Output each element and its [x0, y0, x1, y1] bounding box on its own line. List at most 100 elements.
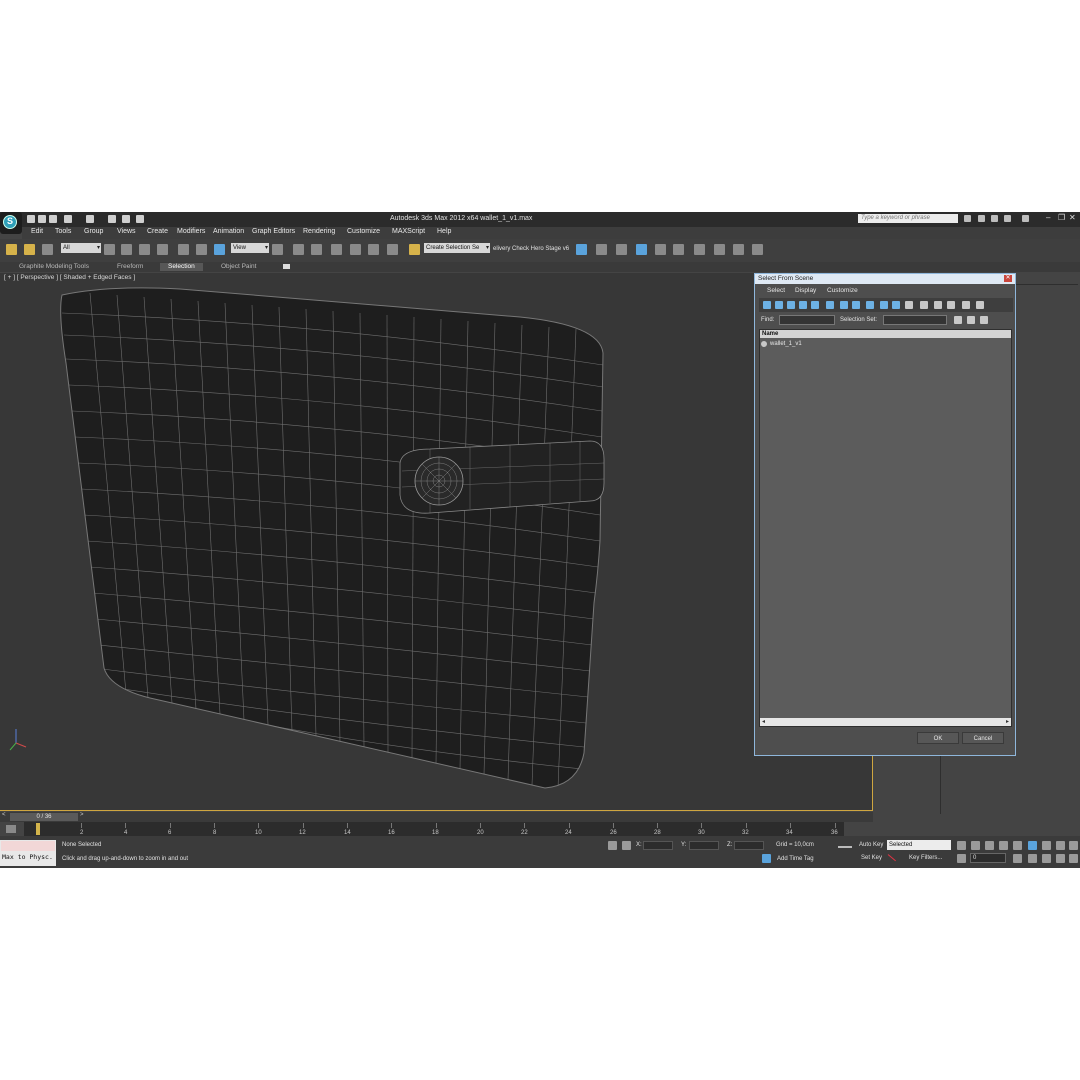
display-cameras-icon[interactable]	[799, 301, 807, 309]
search-input[interactable]: Type a keyword or phrase	[858, 214, 958, 223]
dialog-menu-display[interactable]: Display	[795, 287, 816, 294]
display-containers-icon[interactable]	[880, 301, 888, 309]
render-production-icon[interactable]	[752, 244, 763, 255]
mirror-icon[interactable]	[576, 244, 587, 255]
play-icon[interactable]	[985, 841, 994, 850]
dialog-menu-customize[interactable]: Customize	[827, 287, 858, 294]
layer-manager-icon[interactable]	[616, 244, 627, 255]
save-file-icon[interactable]	[49, 215, 57, 223]
display-groups-icon[interactable]	[840, 301, 848, 309]
time-slider[interactable]	[0, 812, 873, 822]
zoom-all-icon[interactable]	[1056, 841, 1065, 850]
selection-set-icon-1[interactable]	[954, 316, 962, 324]
percent-snap-icon[interactable]	[368, 244, 379, 255]
tab-freeform[interactable]: Freeform	[117, 263, 143, 271]
keyboard-shortcut-icon[interactable]	[311, 244, 322, 255]
scroll-left-icon[interactable]: ◂	[762, 718, 765, 726]
app-menu-button[interactable]: S	[0, 212, 22, 234]
project-folder-icon[interactable]	[108, 215, 116, 223]
name-column-header[interactable]: Name	[760, 330, 1011, 338]
display-none-icon[interactable]	[934, 301, 942, 309]
go-to-start-icon[interactable]	[957, 841, 966, 850]
spinner-snap-icon[interactable]	[387, 244, 398, 255]
y-coordinate-field[interactable]	[689, 841, 719, 850]
window-crossing-icon[interactable]	[157, 244, 168, 255]
rectangular-selection-icon[interactable]	[139, 244, 150, 255]
angle-snap-icon[interactable]	[350, 244, 361, 255]
current-frame-marker[interactable]	[36, 823, 40, 835]
snaps-toggle-icon[interactable]	[331, 244, 342, 255]
menu-group[interactable]: Group	[84, 228, 103, 235]
display-invert-icon[interactable]	[947, 301, 955, 309]
absolute-mode-icon[interactable]	[622, 841, 631, 850]
display-geometry-icon[interactable]	[763, 301, 771, 309]
viewport-label[interactable]: [ + ] [ Perspective ] [ Shaded + Edged F…	[4, 274, 135, 281]
menu-create[interactable]: Create	[147, 228, 168, 235]
display-shapes-icon[interactable]	[775, 301, 783, 309]
selection-lock-icon[interactable]	[608, 841, 617, 850]
reference-coordinate-dropdown[interactable]: View	[231, 243, 269, 253]
select-by-name-icon[interactable]	[121, 244, 132, 255]
maximize-viewport-icon[interactable]	[122, 215, 130, 223]
zoom-extents-icon[interactable]	[1069, 841, 1078, 850]
cancel-button[interactable]: Cancel	[962, 732, 1004, 744]
menu-customize[interactable]: Customize	[347, 228, 380, 235]
perspective-viewport[interactable]	[0, 273, 873, 811]
add-time-tag[interactable]: Add Time Tag	[777, 856, 814, 862]
minimize-icon[interactable]: –	[1046, 213, 1050, 222]
undo-icon[interactable]	[64, 215, 72, 223]
set-key-mode-icon[interactable]	[838, 846, 852, 854]
menu-help[interactable]: Help	[437, 228, 451, 235]
select-and-scale-icon[interactable]	[214, 244, 225, 255]
open-file-icon[interactable]	[38, 215, 46, 223]
sync-selection-icon[interactable]	[976, 301, 984, 309]
list-item[interactable]: wallet_1_v1	[770, 341, 802, 347]
previous-frame-icon[interactable]	[971, 841, 980, 850]
field-of-view-icon[interactable]	[1028, 854, 1037, 863]
select-and-link-icon[interactable]	[6, 244, 17, 255]
add-time-tag-icon[interactable]	[762, 854, 771, 863]
time-next-icon[interactable]: >	[80, 812, 84, 818]
select-and-move-icon[interactable]	[178, 244, 189, 255]
align-icon[interactable]	[596, 244, 607, 255]
find-input[interactable]	[779, 315, 835, 325]
time-configuration-icon[interactable]	[1013, 854, 1022, 863]
select-and-manipulate-icon[interactable]	[293, 244, 304, 255]
time-prev-icon[interactable]: <	[2, 812, 6, 818]
graphite-toggle-icon[interactable]	[636, 244, 647, 255]
render-setup-icon[interactable]	[714, 244, 725, 255]
maximize-toggle-icon[interactable]	[1069, 854, 1078, 863]
scroll-right-icon[interactable]: ▸	[1006, 718, 1009, 726]
ok-button[interactable]: OK	[917, 732, 959, 744]
select-object-icon[interactable]	[104, 244, 115, 255]
display-space-warps-icon[interactable]	[826, 301, 834, 309]
curve-editor-icon[interactable]	[655, 244, 666, 255]
display-bones-icon[interactable]	[866, 301, 874, 309]
material-editor-icon[interactable]	[694, 244, 705, 255]
z-coordinate-field[interactable]	[734, 841, 764, 850]
tab-selection[interactable]: Selection	[160, 263, 203, 271]
maxscript-listener-input[interactable]	[1, 841, 55, 851]
close-icon[interactable]: ✕	[1069, 213, 1076, 222]
menu-modifiers[interactable]: Modifiers	[177, 228, 205, 235]
bind-space-warp-icon[interactable]	[42, 244, 53, 255]
key-selection-dropdown[interactable]: Selected	[887, 840, 951, 850]
key-filters-button[interactable]: Key Filters...	[909, 855, 942, 861]
menu-graph-editors[interactable]: Graph Editors	[252, 228, 295, 235]
custom-script-buttons[interactable]: elivery Check Hero Stage v6	[493, 246, 569, 252]
key-mode-toggle-icon[interactable]	[1028, 841, 1037, 850]
horizontal-scrollbar[interactable]: ◂ ▸	[760, 718, 1011, 726]
menu-edit[interactable]: Edit	[31, 228, 43, 235]
schematic-view-icon[interactable]	[673, 244, 684, 255]
display-helpers-icon[interactable]	[811, 301, 819, 309]
dialog-menu-select[interactable]: Select	[767, 287, 785, 294]
selection-set-icon-3[interactable]	[980, 316, 988, 324]
workspace-icon[interactable]	[136, 215, 144, 223]
display-xrefs-icon[interactable]	[852, 301, 860, 309]
subscription-icon[interactable]	[991, 215, 998, 222]
unlink-icon[interactable]	[24, 244, 35, 255]
redo-icon[interactable]	[86, 215, 94, 223]
filter-icon[interactable]	[962, 301, 970, 309]
mini-curve-editor-icon[interactable]	[6, 825, 16, 833]
scene-object-list[interactable]	[759, 329, 1012, 727]
